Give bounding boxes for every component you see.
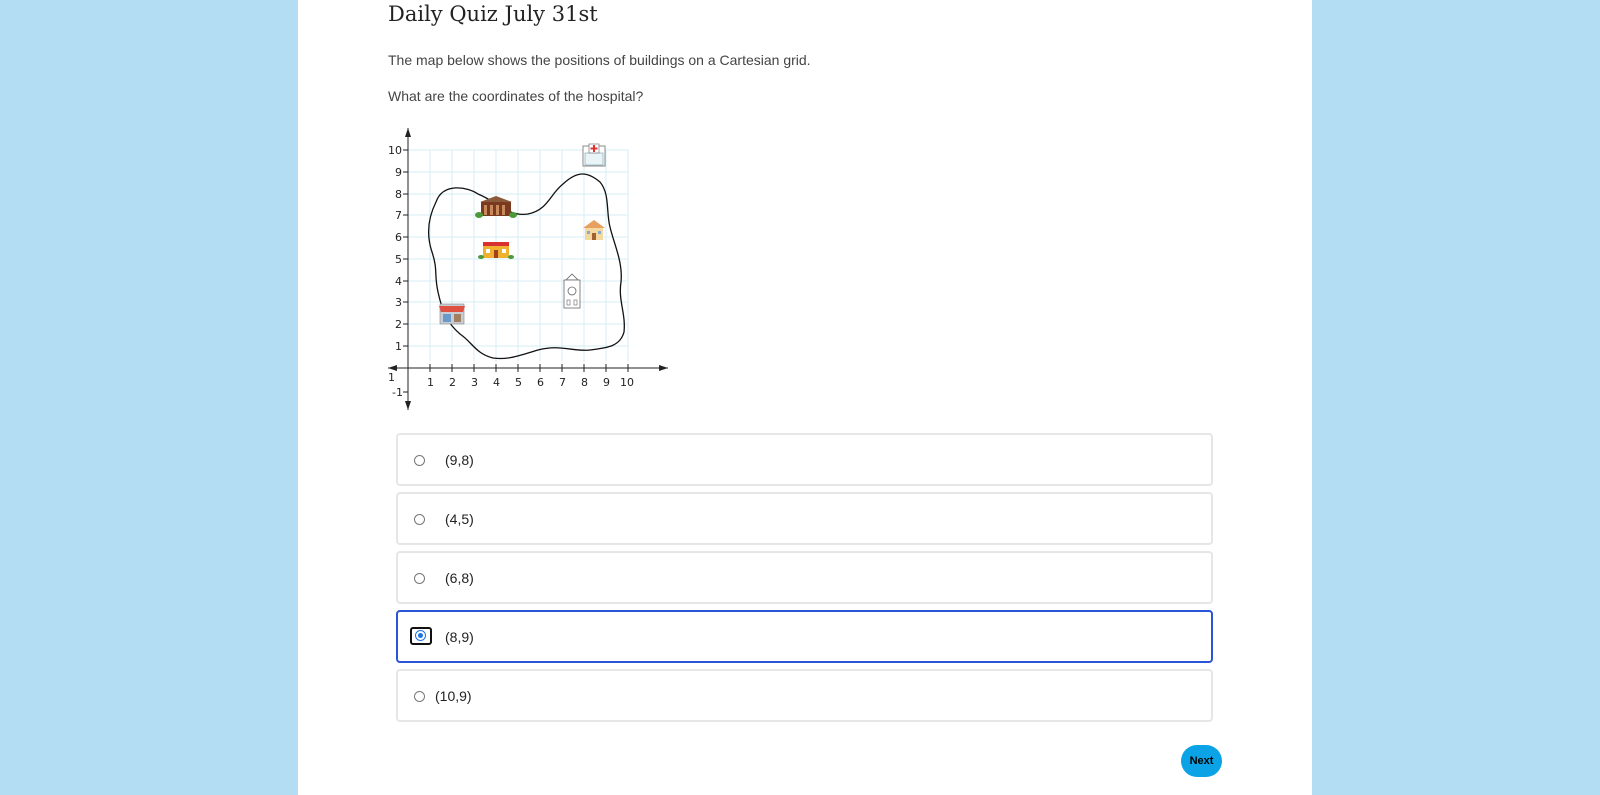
answer-option-label: (4,5) xyxy=(445,511,474,527)
x-tick-label: 9 xyxy=(603,376,610,389)
radio-button[interactable] xyxy=(414,514,425,525)
x-tick-label: 2 xyxy=(449,376,456,389)
x-tick-label: 7 xyxy=(559,376,566,389)
hospital-icon xyxy=(582,143,606,167)
y-tick-label: 4 xyxy=(395,275,402,288)
answer-options: (9,8) (4,5) (6,8) (8,9) (10,9) xyxy=(396,433,1213,728)
museum-icon xyxy=(475,196,517,218)
answer-option-label: (9,8) xyxy=(445,452,474,468)
x-tick-label: 8 xyxy=(581,376,588,389)
next-button[interactable]: Next xyxy=(1181,745,1222,777)
x-tick-label: 5 xyxy=(515,376,522,389)
quiz-page: Daily Quiz July 31st The map below shows… xyxy=(298,0,1312,795)
answer-option-label: (10,9) xyxy=(435,688,472,704)
island-boundary xyxy=(427,173,625,360)
answer-option-10-9[interactable]: (10,9) xyxy=(396,669,1213,722)
question-intro: The map below shows the positions of bui… xyxy=(388,52,811,68)
x-tick-label: 4 xyxy=(493,376,500,389)
radio-button[interactable] xyxy=(414,455,425,466)
x-tick-label: -1 xyxy=(388,371,395,384)
answer-option-9-8[interactable]: (9,8) xyxy=(396,433,1213,486)
quiz-title: Daily Quiz July 31st xyxy=(388,2,598,26)
focus-ring xyxy=(410,627,432,645)
radio-button[interactable] xyxy=(414,691,425,702)
radio-button[interactable] xyxy=(414,573,425,584)
house-icon xyxy=(583,220,605,240)
y-tick-label: 9 xyxy=(395,166,402,179)
answer-option-4-5[interactable]: (4,5) xyxy=(396,492,1213,545)
y-tick-label: 5 xyxy=(395,253,402,266)
y-tick-label: 1 xyxy=(395,340,402,353)
clock-tower-icon xyxy=(563,273,581,309)
answer-option-8-9[interactable]: (8,9) xyxy=(396,610,1213,663)
y-tick-label: 6 xyxy=(395,231,402,244)
answer-option-6-8[interactable]: (6,8) xyxy=(396,551,1213,604)
x-tick-label: 3 xyxy=(471,376,478,389)
y-tick-label: 3 xyxy=(395,296,402,309)
answer-option-label: (8,9) xyxy=(445,629,474,645)
y-tick-label: -1 xyxy=(392,386,403,399)
y-tick-label: 7 xyxy=(395,209,402,222)
x-tick-label: 6 xyxy=(537,376,544,389)
answer-option-label: (6,8) xyxy=(445,570,474,586)
school-icon xyxy=(478,242,514,259)
x-tick-label: 10 xyxy=(620,376,634,389)
cartesian-map: -1 1 2 3 4 5 6 7 8 9 10 10 9 8 7 6 5 4 3… xyxy=(388,128,668,410)
question-text: What are the coordinates of the hospital… xyxy=(388,88,644,104)
y-tick-label: 2 xyxy=(395,318,402,331)
shop-icon xyxy=(439,303,465,325)
radio-button-selected[interactable] xyxy=(415,630,426,641)
x-tick-label: 1 xyxy=(427,376,434,389)
y-tick-label: 10 xyxy=(388,144,402,157)
y-tick-label: 8 xyxy=(395,188,402,201)
